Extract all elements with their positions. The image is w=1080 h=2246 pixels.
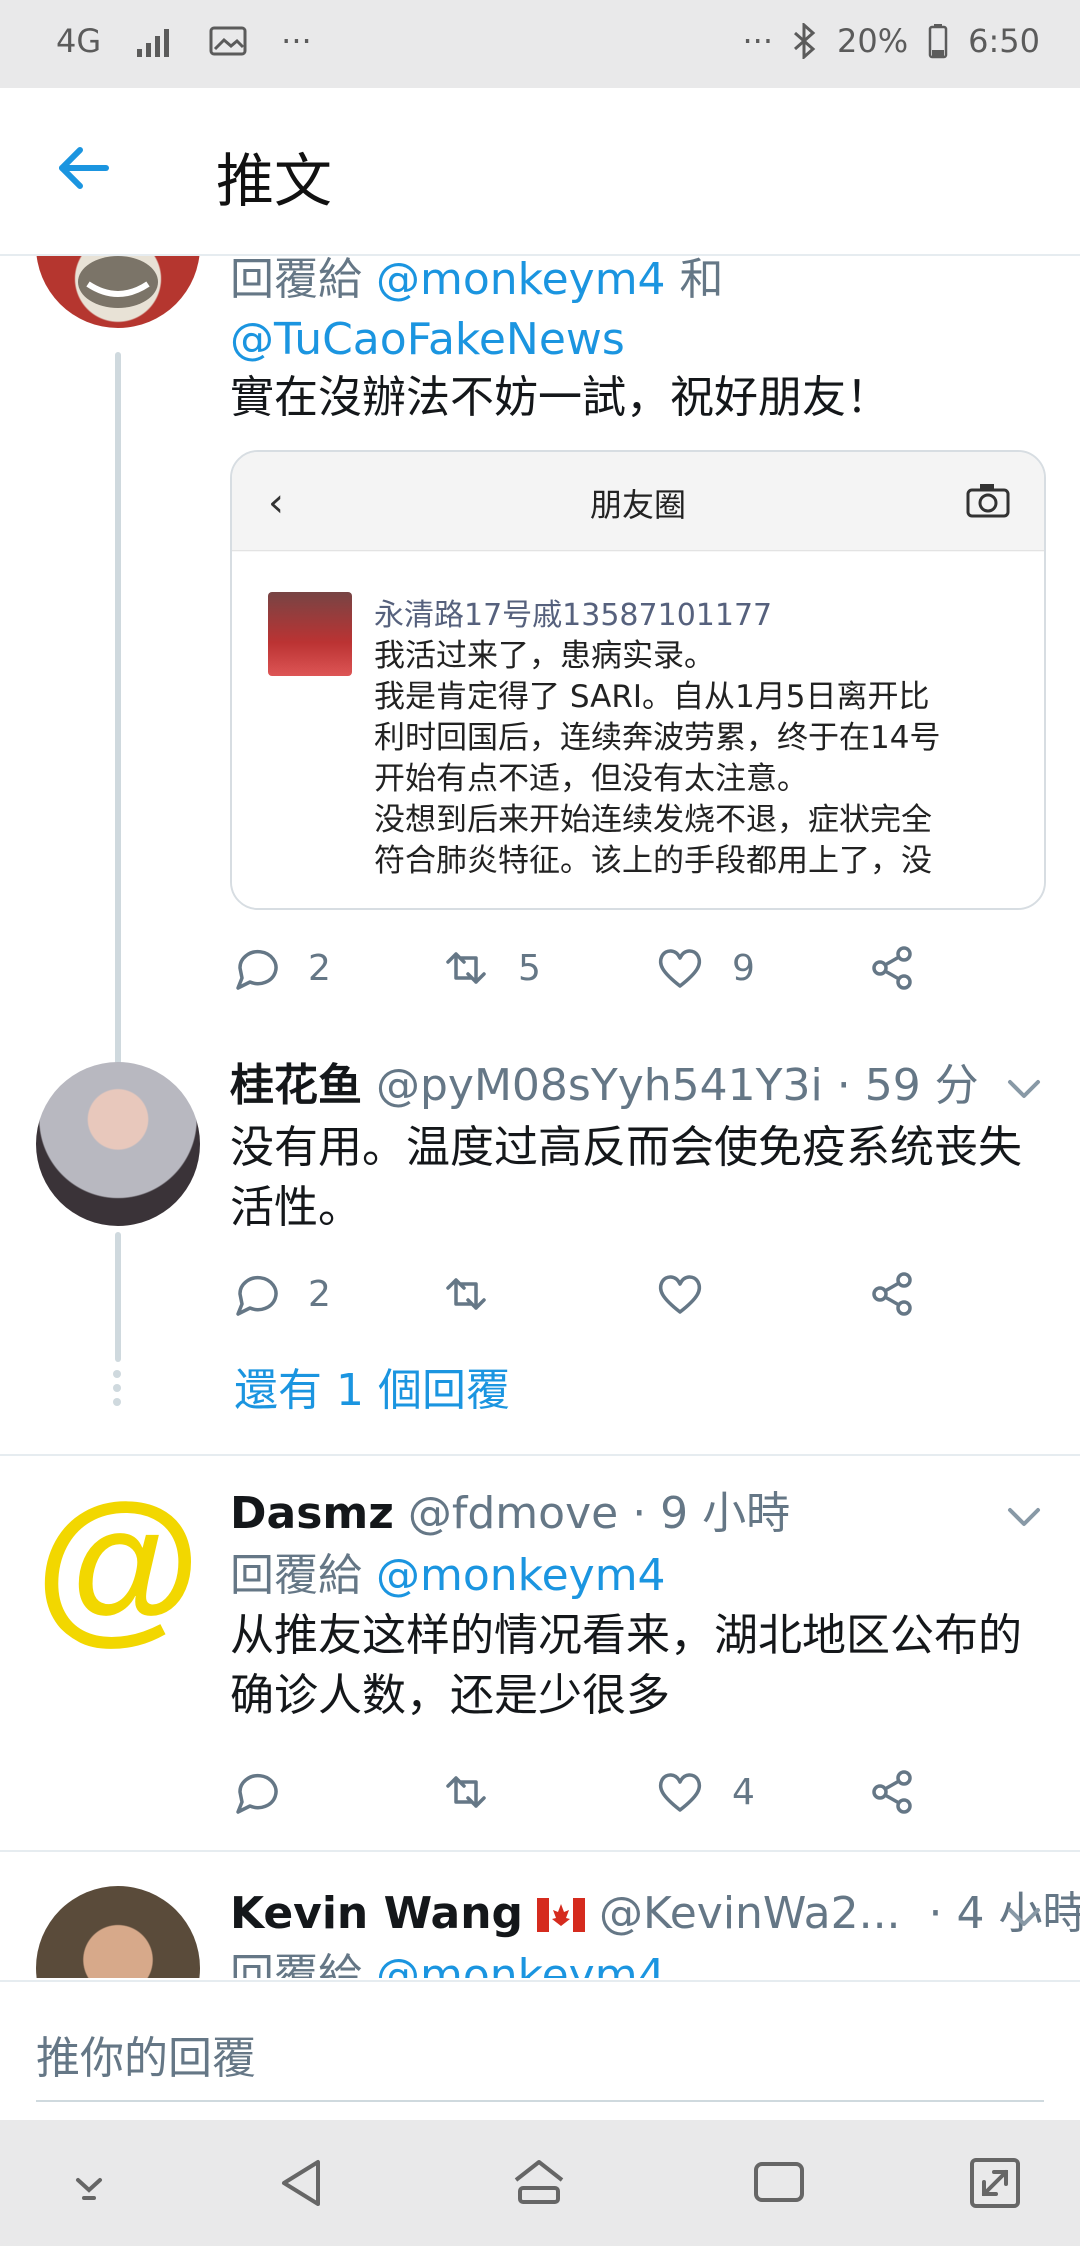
heart-icon (658, 1275, 702, 1314)
canada-flag-icon (537, 1898, 586, 1932)
expand-icon[interactable] (962, 2150, 1028, 2216)
like-button[interactable]: 4 (654, 1766, 755, 1818)
image-card[interactable]: ‹ 朋友圈 永清路17号戚13587101177 我活过来了，患病实录。 我是肯… (230, 450, 1046, 910)
chevron-down-icon[interactable] (1004, 1496, 1044, 1536)
like-button[interactable]: 9 (654, 942, 755, 994)
chevron-down-icon[interactable] (1004, 1068, 1044, 1108)
tweet-feed[interactable]: 回覆給 @monkeym4 和 @TuCaoFakeNews 實在沒辦法不妨一試… (0, 256, 1080, 1978)
retweet-button[interactable]: 5 (440, 942, 541, 994)
reply-button[interactable]: 2 (230, 1268, 331, 1320)
thread-line (115, 1232, 121, 1362)
thread-line (115, 352, 121, 1152)
tweet-text: 从推友这样的情况看来，湖北地区公布的确诊人数，还是少很多 (230, 1610, 1022, 1721)
retweet-icon (446, 952, 486, 984)
avatar[interactable] (36, 1062, 200, 1226)
share-button[interactable] (866, 1268, 918, 1320)
retweet-icon (446, 1278, 486, 1310)
tweet-actions: 2 (230, 1268, 930, 1328)
handle[interactable]: @fdmove (408, 1488, 618, 1539)
camera-icon (966, 484, 1010, 518)
reply-to: 回覆給 @monkeym4 (230, 1946, 1050, 1978)
share-icon (872, 1272, 912, 1316)
tweet-text: 没有用。温度过高反而会使免疫系统丧失活性。 (230, 1122, 1022, 1233)
share-button[interactable] (866, 1766, 918, 1818)
reply-button[interactable] (230, 1766, 282, 1818)
input-underline (36, 2100, 1044, 2102)
tweet-header: Dasmz @fdmove · 9 小時 (230, 1484, 1050, 1544)
reply-composer: 推你的回覆 (0, 1980, 1080, 2122)
svg-text:@: @ (36, 1488, 200, 1652)
reply-to: 回覆給 @monkeym4 (230, 1550, 666, 1601)
retweet-icon (446, 1776, 486, 1808)
card-title: 朋友圈 (589, 486, 686, 524)
battery-icon (928, 24, 948, 59)
divider (0, 1454, 1080, 1456)
divider (0, 1850, 1080, 1852)
network-indicator: 4G (56, 22, 102, 60)
avatar[interactable] (36, 1886, 200, 1978)
mention-link[interactable]: @monkeym4 (376, 1550, 666, 1601)
more-notifications: ··· (281, 22, 312, 60)
nav-home-icon[interactable] (506, 2150, 572, 2216)
share-icon (872, 1770, 912, 1814)
retweet-button[interactable] (440, 1268, 492, 1320)
chevron-down-small-icon[interactable] (56, 2150, 122, 2216)
nav-back-icon[interactable] (268, 2150, 334, 2216)
arrow-left-icon[interactable] (54, 138, 114, 198)
like-button[interactable] (654, 1268, 706, 1320)
mention-link[interactable]: @monkeym4 (376, 1950, 666, 1978)
card-text: 我活过来了，患病实录。 我是肯定得了 SARI。自从1月5日离开比 利时回国后，… (374, 638, 941, 879)
signal-icon (137, 29, 170, 57)
retweet-button[interactable] (440, 1766, 492, 1818)
tweet-actions: 2 5 9 (230, 942, 930, 1002)
tweet-header: Kevin Wang @KevinWa2... · 4 小時 (230, 1884, 1080, 1944)
app-bar: 推文 (0, 88, 1080, 256)
handle[interactable]: @KevinWa2... (599, 1888, 901, 1939)
reply-input[interactable]: 推你的回覆 (36, 2022, 256, 2086)
reply-button[interactable]: 2 (230, 942, 331, 994)
reply-icon (236, 1773, 278, 1814)
battery-percent: 20% (837, 22, 909, 60)
status-bar: 4G ··· ··· 20% 6:50 (0, 0, 1080, 88)
heart-icon (658, 1773, 702, 1812)
tweet-header: 桂花鱼 @pyM08sYyh541Y3i · 59 分 (230, 1056, 1050, 1116)
display-name[interactable]: Dasmz (230, 1488, 394, 1539)
card-avatar (268, 592, 352, 676)
display-name[interactable]: 桂花鱼 (230, 1060, 362, 1111)
bluetooth-icon (794, 23, 816, 59)
avatar[interactable]: @ (36, 1488, 200, 1652)
heart-icon (658, 949, 702, 988)
timestamp: · 9 小時 (632, 1488, 791, 1539)
card-poster: 永清路17号戚13587101177 (374, 598, 773, 633)
timestamp: · 59 分 (836, 1060, 979, 1111)
reply-icon (236, 949, 278, 990)
reply-to: 回覆給 @monkeym4 和 @TuCaoFakeNews (230, 256, 724, 365)
mention-link[interactable]: @monkeym4 (376, 256, 666, 305)
more-status: ··· (742, 22, 774, 60)
mention-link[interactable]: @TuCaoFakeNews (230, 314, 625, 365)
tweet-text: 實在沒辦法不妨一試，祝好朋友！ (230, 372, 890, 423)
tweet-actions: 4 (230, 1766, 930, 1826)
chevron-down-icon[interactable] (1004, 1896, 1044, 1936)
thread-dots (113, 1370, 123, 1406)
display-name[interactable]: Kevin Wang (230, 1888, 523, 1939)
system-nav-bar (0, 2120, 1080, 2246)
clock: 6:50 (968, 22, 1040, 60)
share-icon (872, 946, 912, 990)
card-header: ‹ 朋友圈 (232, 452, 1044, 551)
share-button[interactable] (866, 942, 918, 994)
nav-recents-icon[interactable] (746, 2150, 812, 2216)
show-more-replies-link[interactable]: 還有 1 個回覆 (234, 1354, 510, 1418)
reply-icon (236, 1275, 278, 1316)
avatar[interactable] (36, 256, 200, 328)
page-title: 推文 (216, 147, 333, 215)
card-body: 永清路17号戚13587101177 我活过来了，患病实录。 我是肯定得了 SA… (232, 552, 1044, 908)
image-icon (209, 26, 247, 56)
handle[interactable]: @pyM08sYyh541Y3i (376, 1060, 823, 1111)
